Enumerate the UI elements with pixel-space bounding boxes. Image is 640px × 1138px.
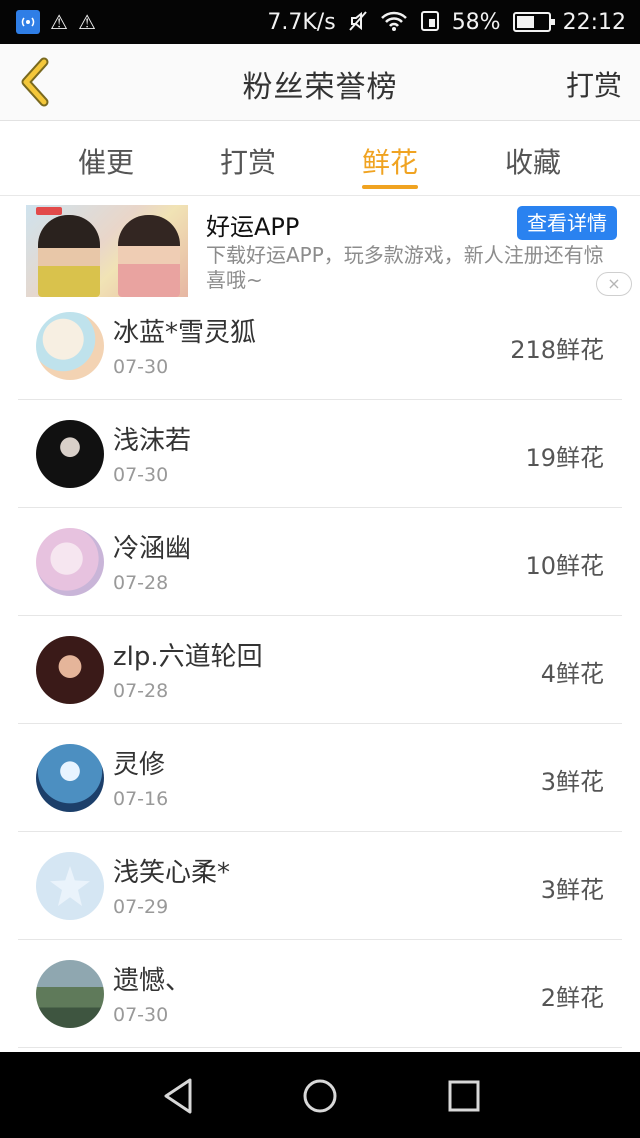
avatar xyxy=(36,960,104,1028)
triangle-back-icon xyxy=(164,1078,192,1114)
avatar xyxy=(36,420,104,488)
app-screen: ⚠ ⚠ 7.7K/s 58% 22:12 粉丝荣誉榜 打赏 催更 打赏 鲜花 收… xyxy=(0,0,640,1138)
wifi-icon xyxy=(380,10,408,35)
list-item[interactable]: 浅笑心柔* 07-29 3鲜花 xyxy=(18,832,622,940)
tab-favorites[interactable]: 收藏 xyxy=(493,141,573,181)
avatar xyxy=(36,528,104,596)
square-recents-icon xyxy=(448,1080,480,1112)
list-item[interactable]: zlp.六道轮回 07-28 4鲜花 xyxy=(18,616,622,724)
mute-icon xyxy=(348,10,368,35)
fan-name: 遗憾、 xyxy=(113,966,192,996)
ad-details-button[interactable]: 查看详情 xyxy=(517,206,617,240)
fan-date: 07-30 xyxy=(113,464,169,486)
battery-level xyxy=(516,16,534,28)
nav-bar: 粉丝荣誉榜 打赏 xyxy=(0,44,640,121)
fan-name: 冷涵幽 xyxy=(113,534,192,564)
fan-name: zlp.六道轮回 xyxy=(113,642,263,672)
ad-description: 下载好运APP，玩多款游戏，新人注册还有惊喜哦~ xyxy=(206,243,604,292)
recents-nav-button[interactable] xyxy=(442,1074,486,1118)
signal-icon xyxy=(16,10,40,34)
fan-name: 冰蓝*雪灵狐 xyxy=(113,318,257,348)
flower-count: 218鲜花 xyxy=(510,336,604,364)
list-item[interactable]: 冰蓝*雪灵狐 07-30 218鲜花 xyxy=(18,292,622,400)
clock: 22:12 xyxy=(562,9,626,35)
fan-name: 浅沫若 xyxy=(113,426,192,456)
ad-person xyxy=(118,215,180,297)
avatar xyxy=(36,852,104,920)
back-nav-button[interactable] xyxy=(158,1074,202,1118)
system-nav-bar xyxy=(0,1052,640,1138)
avatar xyxy=(36,636,104,704)
warning-icon: ⚠ xyxy=(77,10,96,34)
ad-banner[interactable]: 好运APP 查看详情 下载好运APP，玩多款游戏，新人注册还有惊喜哦~ xyxy=(0,197,640,303)
list-item[interactable]: 灵修 07-16 3鲜花 xyxy=(18,724,622,832)
fan-date: 07-29 xyxy=(113,896,169,918)
list-item[interactable]: 浅沫若 07-30 19鲜花 xyxy=(18,400,622,508)
fan-date: 07-16 xyxy=(113,788,169,810)
tab-bar: 催更 打赏 鲜花 收藏 xyxy=(0,121,640,196)
home-nav-button[interactable] xyxy=(298,1074,342,1118)
flower-count: 3鲜花 xyxy=(540,768,604,796)
flower-count: 19鲜花 xyxy=(525,444,604,472)
ad-title: 好运APP xyxy=(206,213,300,241)
ad-tag xyxy=(36,207,62,215)
sim-icon xyxy=(420,10,440,35)
tip-button[interactable]: 打赏 xyxy=(566,64,622,104)
flower-count: 10鲜花 xyxy=(525,552,604,580)
flower-count: 3鲜花 xyxy=(540,876,604,904)
default-avatar-icon xyxy=(50,866,90,906)
flower-count: 2鲜花 xyxy=(540,984,604,1012)
close-icon: × xyxy=(607,274,621,293)
network-speed: 7.7K/s xyxy=(267,9,336,35)
avatar xyxy=(36,312,104,380)
status-right: 7.7K/s 58% 22:12 xyxy=(267,10,626,35)
page-title: 粉丝荣誉榜 xyxy=(242,70,398,105)
active-tab-indicator xyxy=(362,185,418,189)
list-item[interactable]: 遗憾、 07-30 2鲜花 xyxy=(18,940,622,1048)
avatar xyxy=(36,744,104,812)
fan-date: 07-30 xyxy=(113,356,169,378)
circle-home-icon xyxy=(303,1079,337,1113)
fan-date: 07-30 xyxy=(113,1004,169,1026)
warning-icon: ⚠ xyxy=(50,10,68,34)
list-item[interactable]: 冷涵幽 07-28 10鲜花 xyxy=(18,508,622,616)
tab-tip[interactable]: 打赏 xyxy=(208,141,288,181)
flower-count: 4鲜花 xyxy=(540,660,604,688)
status-left: ⚠ ⚠ xyxy=(16,10,96,34)
fan-name: 灵修 xyxy=(113,750,166,780)
tab-flowers[interactable]: 鲜花 xyxy=(350,141,430,181)
battery-percent: 58% xyxy=(451,9,501,35)
fan-name: 浅笑心柔* xyxy=(113,858,231,888)
ad-image[interactable] xyxy=(26,205,188,297)
status-bar: ⚠ ⚠ 7.7K/s 58% 22:12 xyxy=(0,0,640,44)
tab-urge[interactable]: 催更 xyxy=(66,141,146,181)
fan-date: 07-28 xyxy=(113,572,169,594)
battery-icon xyxy=(512,12,555,32)
ad-person xyxy=(38,215,100,297)
fan-date: 07-28 xyxy=(113,680,169,702)
